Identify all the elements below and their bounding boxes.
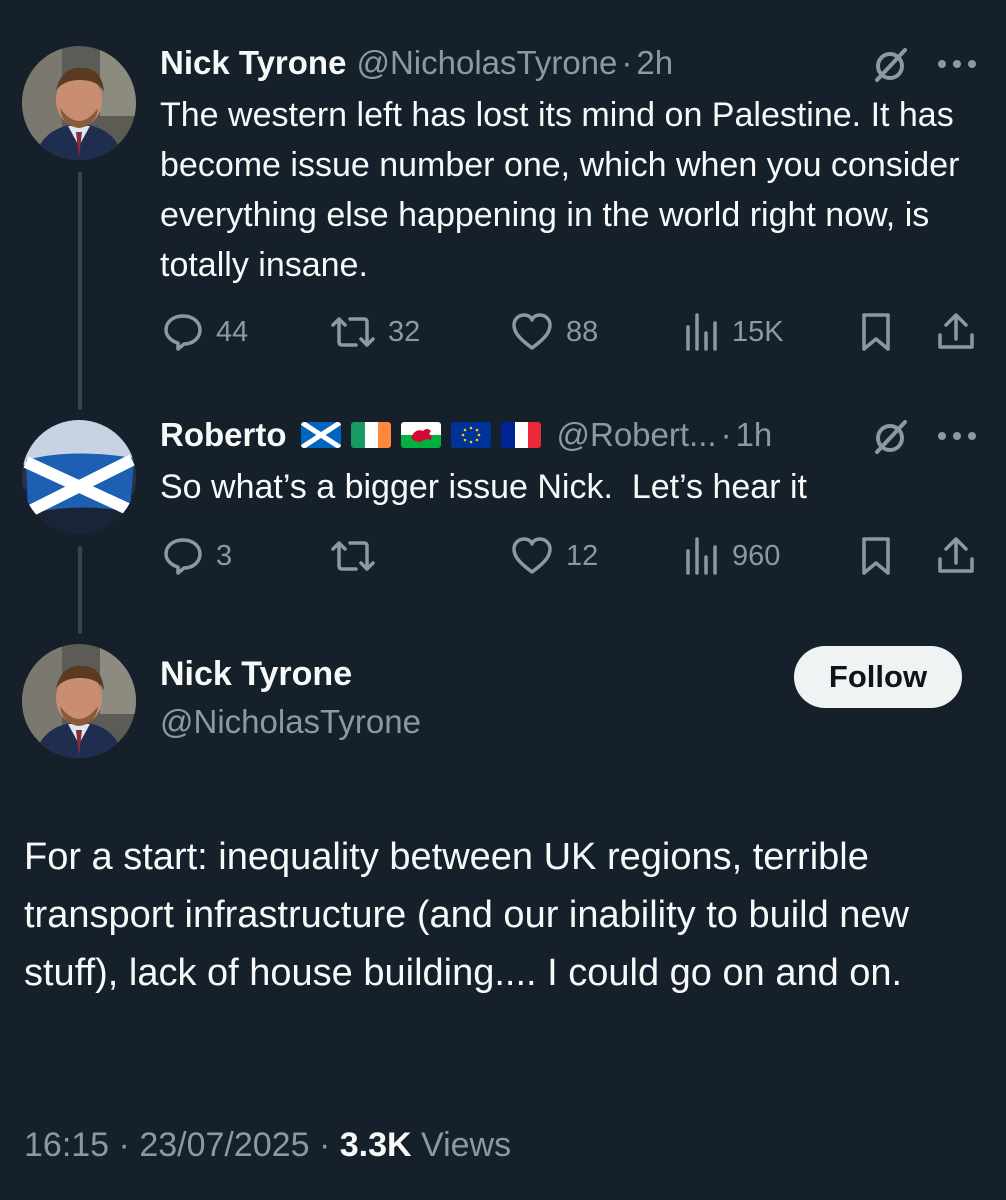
tweet1-actions: 44 32 88 15K bbox=[0, 302, 1006, 362]
views-button[interactable]: 960 bbox=[684, 526, 780, 586]
tweet1-author-name[interactable]: Nick Tyrone bbox=[160, 44, 346, 82]
tweet-meta: 16:15 · 23/07/2025 · 3.3K Views bbox=[24, 1126, 511, 1165]
reply-icon bbox=[164, 314, 202, 351]
main-author-name[interactable]: Nick Tyrone bbox=[160, 655, 352, 694]
avatar-nick-main-image bbox=[22, 644, 136, 758]
reply-count: 44 bbox=[216, 315, 249, 348]
grok-icon[interactable] bbox=[872, 418, 910, 456]
share-button[interactable] bbox=[936, 526, 976, 586]
france-flag-icon bbox=[500, 422, 541, 448]
tweet1-time[interactable]: 2h bbox=[636, 44, 673, 82]
repost-icon bbox=[331, 541, 375, 571]
views-count: 15K bbox=[732, 315, 784, 348]
main-tweet-text: For a start: inequality between UK regio… bbox=[24, 836, 910, 994]
grok-icon[interactable] bbox=[872, 46, 910, 84]
views-icon bbox=[686, 537, 717, 575]
reply-count: 3 bbox=[216, 539, 233, 572]
bookmark-icon bbox=[862, 537, 890, 575]
avatar-roberto-image bbox=[22, 420, 136, 534]
reply-button[interactable]: 44 bbox=[162, 302, 248, 362]
like-count: 12 bbox=[566, 539, 599, 572]
tweet-date[interactable]: 23/07/2025 bbox=[139, 1126, 309, 1164]
avatar-nick-image bbox=[22, 46, 136, 160]
more-icon[interactable] bbox=[934, 54, 980, 74]
tweet1-separator: · bbox=[621, 44, 633, 81]
avatar-roberto[interactable] bbox=[22, 420, 136, 534]
ireland-flag-icon bbox=[350, 422, 391, 448]
like-count: 88 bbox=[566, 315, 599, 348]
views-count: 960 bbox=[732, 539, 781, 572]
views-button[interactable]: 15K bbox=[684, 302, 784, 362]
bookmark-button[interactable] bbox=[860, 526, 892, 586]
eu-flag-icon bbox=[450, 422, 491, 448]
tweet2-text: So what’s a bigger issue Nick. Let’s hea… bbox=[160, 468, 807, 506]
views-icon bbox=[686, 313, 717, 351]
avatar-nick-main[interactable] bbox=[22, 644, 136, 758]
tweet2-actions: 3 12 960 bbox=[0, 526, 1006, 586]
tweet2-author-name[interactable]: Roberto bbox=[160, 416, 287, 454]
share-icon bbox=[938, 537, 974, 573]
repost-count: 32 bbox=[388, 315, 421, 348]
like-button[interactable]: 88 bbox=[510, 302, 598, 362]
wales-flag-icon bbox=[400, 422, 441, 448]
reply-button[interactable]: 3 bbox=[162, 526, 232, 586]
repost-button[interactable] bbox=[330, 526, 388, 586]
like-icon bbox=[512, 537, 552, 574]
reply-icon bbox=[164, 538, 202, 575]
main-author-handle[interactable]: @NicholasTyrone bbox=[160, 703, 421, 741]
avatar-nick[interactable] bbox=[22, 46, 136, 160]
share-icon bbox=[938, 313, 974, 349]
tweet2-header: Roberto @Robert... · 1h bbox=[160, 410, 772, 460]
tweet2-author-handle[interactable]: @Robert... bbox=[557, 416, 717, 454]
tweet-thread: Nick Tyrone @NicholasTyrone · 2h The wes… bbox=[0, 0, 1006, 1200]
tweet2-time[interactable]: 1h bbox=[736, 416, 773, 454]
follow-button[interactable]: Follow bbox=[794, 646, 962, 708]
tweet-views-label: Views bbox=[421, 1126, 512, 1164]
tweet2-separator: · bbox=[720, 416, 732, 453]
bookmark-button[interactable] bbox=[860, 302, 892, 362]
thread-line-1 bbox=[78, 172, 82, 410]
repost-icon bbox=[331, 317, 375, 347]
like-icon bbox=[512, 313, 552, 350]
tweet2-flags bbox=[300, 422, 541, 448]
tweet1-header: Nick Tyrone @NicholasTyrone · 2h bbox=[160, 38, 673, 88]
like-button[interactable]: 12 bbox=[510, 526, 598, 586]
meta-separator-2: · bbox=[318, 1126, 331, 1164]
repost-button[interactable]: 32 bbox=[330, 302, 420, 362]
scotland-flag-icon bbox=[300, 422, 341, 448]
meta-separator-1: · bbox=[118, 1126, 130, 1164]
share-button[interactable] bbox=[936, 302, 976, 362]
tweet-time[interactable]: 16:15 bbox=[24, 1126, 109, 1164]
tweet1-author-handle[interactable]: @NicholasTyrone bbox=[356, 44, 617, 82]
more-icon[interactable] bbox=[934, 426, 980, 446]
tweet1-text: The western left has lost its mind on Pa… bbox=[160, 96, 960, 284]
bookmark-icon bbox=[862, 313, 890, 351]
tweet-views-count: 3.3K bbox=[339, 1126, 412, 1164]
